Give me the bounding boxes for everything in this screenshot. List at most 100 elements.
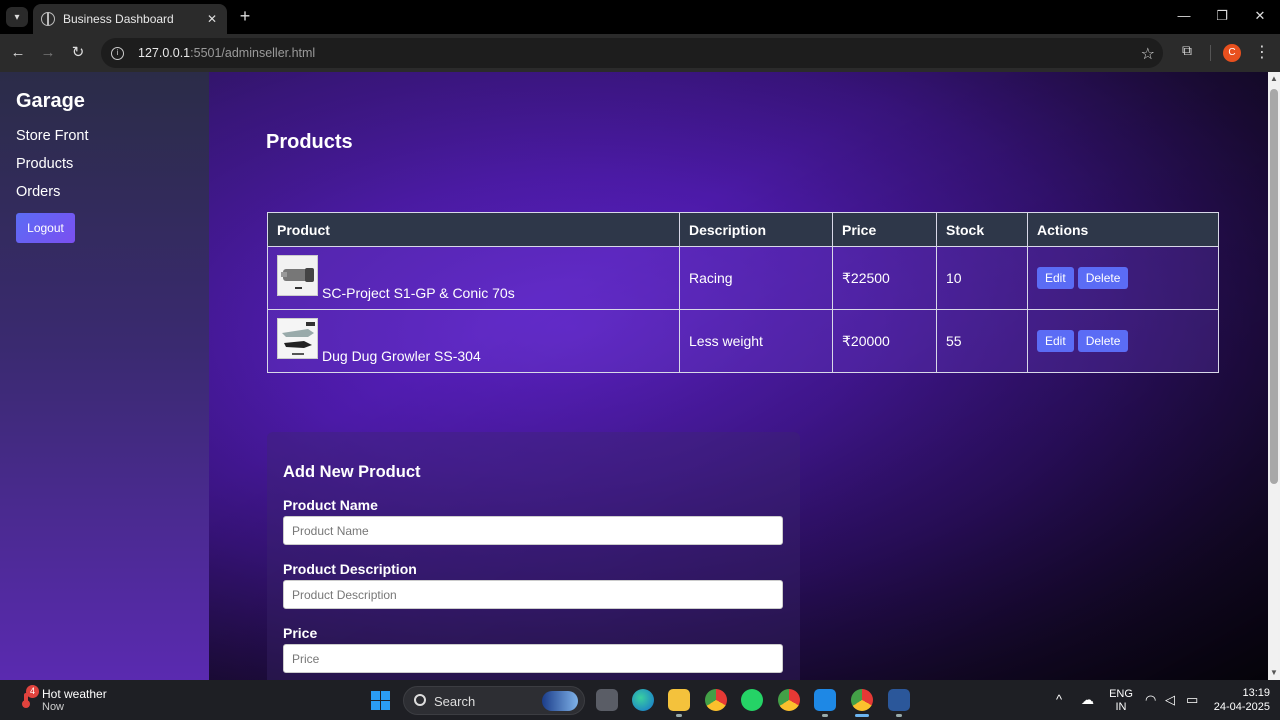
battery-icon[interactable]: ▭	[1186, 692, 1198, 708]
delete-button[interactable]: Delete	[1077, 267, 1129, 289]
profile-avatar[interactable]: C	[1223, 44, 1241, 62]
windows-taskbar: 4 Hot weather Now Search ^ ☁ ENG IN ◠ ◁ …	[0, 680, 1280, 720]
tab-title: Business Dashboard	[63, 12, 174, 26]
product-description-label: Product Description	[283, 561, 417, 577]
stock-cell: 10	[936, 246, 1028, 310]
browser-toolbar: ← → ↻ i 127.0.0.1:5501/adminseller.html …	[0, 34, 1280, 72]
running-indicator	[896, 714, 902, 717]
header-product: Product	[267, 212, 680, 247]
search-icon	[414, 694, 426, 706]
language-bottom[interactable]: IN	[1108, 701, 1134, 713]
page-scrollbar[interactable]: ▲ ▼	[1268, 72, 1280, 680]
product-image	[277, 318, 318, 359]
weather-badge: 4	[26, 685, 39, 698]
description-cell: Racing	[679, 246, 833, 310]
actions-cell: Edit Delete	[1027, 246, 1219, 310]
product-cell: SC-Project S1-GP & Conic 70s	[267, 246, 680, 310]
table-row: SC-Project S1-GP & Conic 70s Racing ₹225…	[267, 246, 1219, 310]
page-viewport: Garage Store Front Products Orders Logou…	[0, 72, 1268, 680]
chrome-profile-icon[interactable]	[778, 689, 800, 711]
product-name: Dug Dug Growler SS-304	[322, 348, 481, 364]
product-name-label: Product Name	[283, 497, 378, 513]
chrome-active-icon[interactable]	[851, 689, 873, 711]
sidebar: Garage Store Front Products Orders Logou…	[0, 72, 209, 680]
brand-title: Garage	[16, 90, 85, 112]
browser-tabbar: ▾ Business Dashboard ✕ + — ❐ ✕	[0, 0, 1280, 34]
tab-search-icon[interactable]: ▾	[6, 7, 28, 27]
header-actions: Actions	[1027, 212, 1219, 247]
actions-cell: Edit Delete	[1027, 309, 1219, 373]
scroll-thumb[interactable]	[1270, 89, 1278, 484]
clock-date[interactable]: 24-04-2025	[1204, 701, 1270, 713]
running-indicator	[676, 714, 682, 717]
tab-business-dashboard[interactable]: Business Dashboard ✕	[33, 4, 227, 34]
header-description: Description	[679, 212, 833, 247]
back-arrow-icon[interactable]: ←	[7, 42, 29, 64]
wifi-icon[interactable]: ◠	[1145, 692, 1156, 708]
delete-button[interactable]: Delete	[1077, 330, 1129, 352]
active-indicator	[855, 714, 869, 717]
product-image	[277, 255, 318, 296]
globe-icon	[41, 12, 55, 26]
chevron-up-icon[interactable]: ^	[1056, 692, 1062, 707]
running-indicator	[822, 714, 828, 717]
more-menu-icon[interactable]: ⋮	[1254, 42, 1270, 62]
volume-icon[interactable]: ◁	[1165, 692, 1175, 708]
edit-button[interactable]: Edit	[1037, 330, 1074, 352]
window-close-icon[interactable]: ✕	[1245, 6, 1275, 26]
clock-time[interactable]: 13:19	[1210, 687, 1270, 699]
windows-start-icon[interactable]	[371, 691, 390, 710]
main-content: Products Product Description Price Stock…	[209, 72, 1268, 680]
language-top[interactable]: ENG	[1108, 688, 1134, 700]
search-highlight-image	[542, 691, 578, 711]
task-view-icon[interactable]	[596, 689, 618, 711]
price-input[interactable]	[283, 644, 783, 673]
maximize-icon[interactable]: ❐	[1207, 6, 1237, 26]
url-path: :5501/adminseller.html	[190, 46, 316, 60]
header-price: Price	[832, 212, 937, 247]
url-host: 127.0.0.1	[138, 46, 191, 60]
word-icon[interactable]	[888, 689, 910, 711]
site-info-icon[interactable]: i	[111, 46, 124, 60]
header-stock: Stock	[936, 212, 1028, 247]
file-explorer-icon[interactable]	[668, 689, 690, 711]
chrome-icon[interactable]	[705, 689, 727, 711]
weather-title[interactable]: Hot weather	[42, 687, 107, 701]
product-cell: Dug Dug Growler SS-304	[267, 309, 680, 373]
close-icon[interactable]: ✕	[205, 12, 219, 26]
sidebar-item-orders[interactable]: Orders	[16, 184, 60, 200]
price-cell: ₹20000	[832, 309, 937, 373]
new-tab-icon[interactable]: +	[235, 6, 255, 26]
form-heading: Add New Product	[283, 463, 421, 481]
logout-button[interactable]: Logout	[16, 213, 75, 243]
search-label: Search	[434, 694, 476, 709]
reload-icon[interactable]: ↻	[67, 42, 89, 64]
description-cell: Less weight	[679, 309, 833, 373]
toolbar-divider	[1210, 45, 1211, 61]
sidebar-item-store-front[interactable]: Store Front	[16, 128, 89, 144]
address-bar[interactable]: i 127.0.0.1:5501/adminseller.html ☆	[101, 38, 1163, 68]
page-title: Products	[266, 131, 353, 153]
edit-button[interactable]: Edit	[1037, 267, 1074, 289]
whatsapp-icon[interactable]	[741, 689, 763, 711]
onedrive-cloud-icon[interactable]: ☁	[1081, 692, 1094, 708]
taskbar-search[interactable]: Search	[403, 686, 585, 715]
sidebar-item-products[interactable]: Products	[16, 156, 73, 172]
add-product-form: Add New Product Product Name Product Des…	[267, 432, 800, 680]
stock-cell: 55	[936, 309, 1028, 373]
price-label: Price	[283, 625, 318, 641]
extensions-icon[interactable]: ⧉	[1178, 42, 1196, 60]
products-table: Product Description Price Stock Actions	[267, 212, 1219, 373]
edge-browser-icon[interactable]	[632, 689, 654, 711]
table-row: Dug Dug Growler SS-304 Less weight ₹2000…	[267, 309, 1219, 373]
vscode-icon[interactable]	[814, 689, 836, 711]
product-description-input[interactable]	[283, 580, 783, 609]
forward-arrow-icon[interactable]: →	[37, 42, 59, 64]
product-name-input[interactable]	[283, 516, 783, 545]
price-cell: ₹22500	[832, 246, 937, 310]
minimize-icon[interactable]: —	[1169, 6, 1199, 26]
scroll-down-arrow-icon[interactable]: ▼	[1268, 666, 1280, 680]
scroll-up-arrow-icon[interactable]: ▲	[1268, 72, 1280, 86]
bookmark-star-icon[interactable]: ☆	[1141, 44, 1155, 64]
table-header-row: Product Description Price Stock Actions	[267, 212, 1219, 247]
